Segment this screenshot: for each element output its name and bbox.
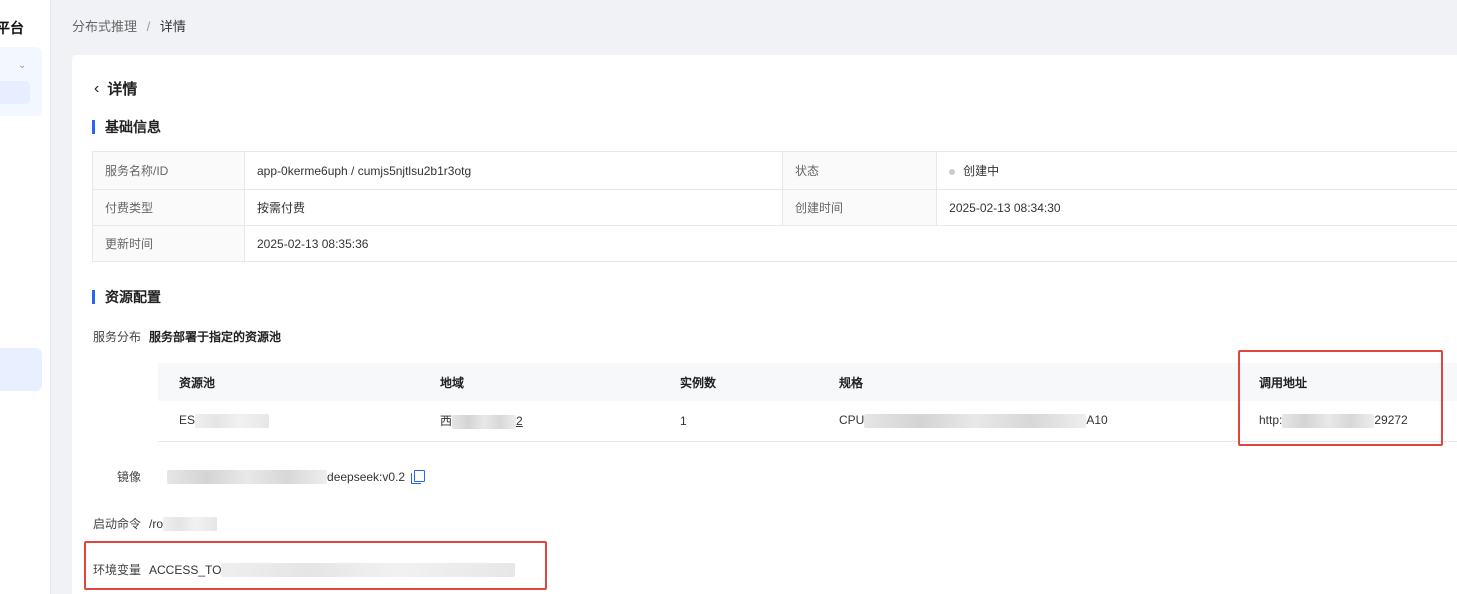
- startup-value: /ro: [149, 516, 164, 531]
- basic-info-table: 服务名称/ID app-0kerme6uph / cumjs5njtlsu2b1…: [92, 151, 1457, 262]
- label-status: 状态: [781, 151, 938, 190]
- col-spec: 规格: [818, 363, 1238, 401]
- redacted-mask: [195, 414, 270, 429]
- startup-label: 启动命令: [93, 517, 142, 531]
- image-row: 镜像 deepseek:v0.2: [117, 468, 426, 485]
- spec-suffix: A10: [1086, 413, 1108, 428]
- value-billing-type: 按需付费: [244, 189, 783, 226]
- value-created-time: 2025-02-13 08:34:30: [936, 189, 1457, 226]
- table-row: ES 西2 1 CPU A10 http: 29272: [158, 401, 1457, 442]
- chevron-left-icon[interactable]: ‹: [94, 80, 99, 98]
- cell-spec: CPU A10: [818, 401, 1238, 442]
- table-header-row: 资源池 地域 实例数 规格 调用地址: [158, 363, 1457, 401]
- image-label: 镜像: [117, 470, 142, 484]
- cell-resource-pool: ES: [158, 401, 419, 442]
- label-updated-time: 更新时间: [92, 225, 245, 262]
- endpoint-port: 29272: [1374, 413, 1408, 428]
- pool-text: ES: [179, 413, 196, 428]
- startup-row: 启动命令 /ro: [93, 515, 218, 532]
- copy-icon[interactable]: [411, 470, 426, 484]
- endpoint-text: http:: [1259, 413, 1283, 428]
- section-basic-info: 基础信息: [92, 117, 161, 137]
- redacted-mask: [864, 414, 1087, 429]
- section-title: 基础信息: [105, 119, 161, 135]
- resource-table: 资源池 地域 实例数 规格 调用地址 ES 西2 1 CPU A10 http: 2…: [158, 363, 1457, 442]
- chevron-down-icon[interactable]: ⌄: [18, 60, 26, 71]
- cell-instances: 1: [659, 401, 818, 442]
- status-cell: 创建中: [936, 151, 1457, 190]
- image-value: deepseek:v0.2: [327, 469, 406, 484]
- section-title: 资源配置: [105, 289, 161, 305]
- redacted-mask: [163, 516, 218, 531]
- sidebar-item-active[interactable]: [0, 348, 42, 391]
- back-button[interactable]: ‹ 详情: [94, 78, 137, 99]
- env-value: ACCESS_TO: [149, 562, 222, 577]
- col-region: 地域: [419, 363, 659, 401]
- redacted-mask: [167, 469, 328, 484]
- value-updated-time: 2025-02-13 08:35:36: [244, 225, 1457, 262]
- col-endpoint: 调用地址: [1238, 363, 1457, 401]
- sidebar-submenu-item[interactable]: [0, 81, 30, 104]
- brand-title: 平台: [0, 20, 24, 36]
- label-created-time: 创建时间: [781, 189, 938, 226]
- label-service-name: 服务名称/ID: [92, 151, 245, 190]
- breadcrumb-parent[interactable]: 分布式推理: [72, 19, 137, 34]
- section-marker: [92, 120, 95, 134]
- page-title: 详情: [107, 81, 138, 98]
- distribution-label: 服务分布: [93, 330, 142, 344]
- region-suffix: 2: [516, 414, 523, 429]
- label-billing-type: 付费类型: [92, 189, 245, 226]
- distribution-row: 服务分布 服务部署于指定的资源池: [93, 328, 281, 345]
- breadcrumb: 分布式推理 / 详情: [72, 16, 186, 35]
- redacted-mask: [221, 562, 516, 577]
- content-panel: [72, 55, 1457, 594]
- status-badge: 创建中: [963, 164, 1000, 178]
- section-resource-config: 资源配置: [92, 287, 161, 307]
- cell-region: 西2: [419, 401, 659, 442]
- distribution-value: 服务部署于指定的资源池: [149, 330, 282, 344]
- breadcrumb-current: 详情: [159, 19, 186, 34]
- redacted-mask: [1282, 414, 1375, 429]
- env-row: 环境变量 ACCESS_TO: [93, 561, 516, 578]
- region-text: 西: [440, 414, 453, 429]
- spec-text: CPU: [839, 413, 865, 428]
- value-service-name: app-0kerme6uph / cumjs5njtlsu2b1r3otg: [244, 151, 783, 190]
- env-label: 环境变量: [93, 563, 142, 577]
- redacted-mask: [452, 415, 517, 430]
- status-dot-icon: [949, 168, 956, 175]
- col-instances: 实例数: [659, 363, 818, 401]
- breadcrumb-separator: /: [146, 19, 151, 34]
- section-marker: [92, 290, 95, 304]
- sidebar: 平台 ⌄: [0, 0, 51, 594]
- cell-endpoint[interactable]: http: 29272: [1238, 401, 1457, 442]
- col-resource-pool: 资源池: [158, 363, 419, 401]
